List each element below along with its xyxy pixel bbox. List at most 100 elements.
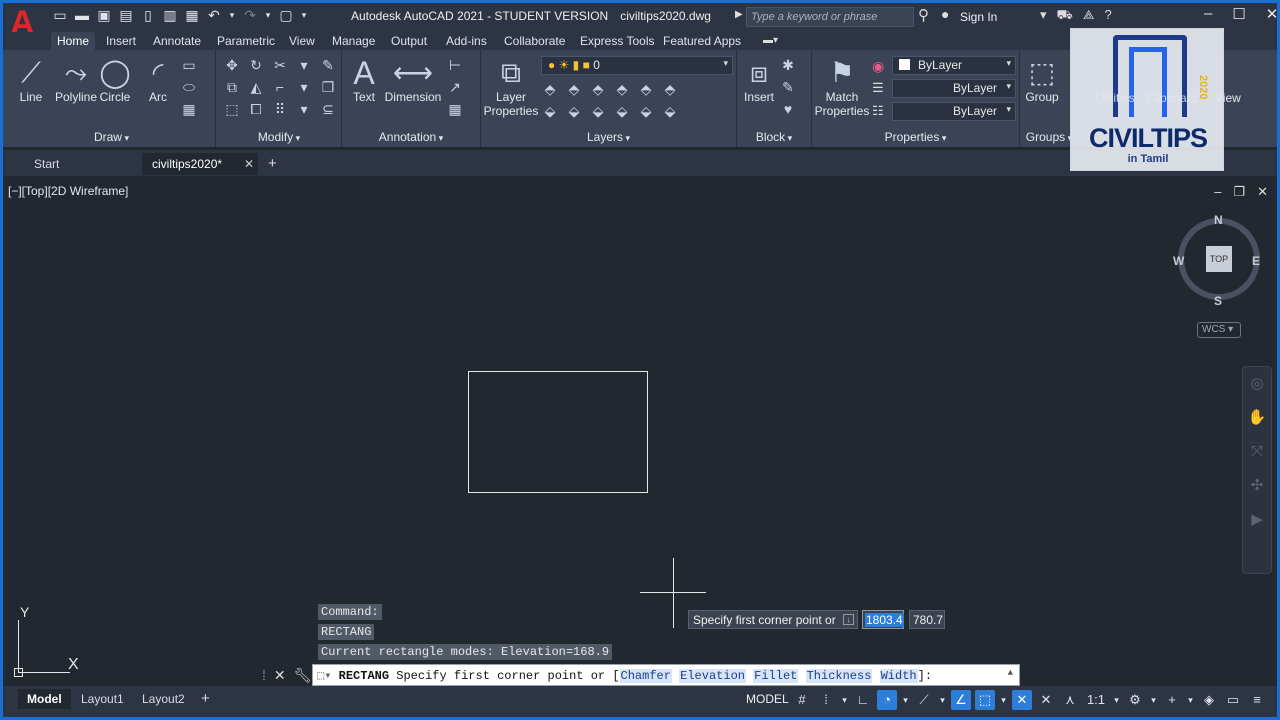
viewcube[interactable]: TOP (1178, 218, 1260, 300)
dimension-tool-button[interactable]: ⟷ Dimension (384, 56, 442, 104)
layers-panel-title[interactable]: Layers (481, 130, 736, 144)
snap-icon[interactable]: ⁞ (816, 690, 836, 710)
new-file-icon[interactable]: ▭ (52, 7, 68, 23)
color-dropdown[interactable]: ByLayer ▾ (892, 56, 1016, 75)
showmotion-icon[interactable]: ▶ (1243, 503, 1271, 537)
multileader-icon[interactable]: ↗ (446, 78, 464, 96)
ribbon-options-icon[interactable]: ▬▾ (763, 35, 785, 47)
viewport-controls-label[interactable]: [−][Top][2D Wireframe] (8, 184, 128, 198)
isodraft-icon[interactable]: ⟋ (914, 690, 934, 710)
scale-dropdown-icon[interactable]: ▾ (1112, 690, 1121, 710)
pan-hand-icon[interactable]: ✋ (1243, 401, 1271, 435)
model-space-button[interactable]: MODEL (746, 692, 789, 706)
annotation-scale-icon[interactable]: ⋏ (1060, 690, 1080, 710)
edit-block-icon[interactable]: ✎ (779, 78, 797, 96)
object-snap-tracking-icon[interactable]: ∠ (951, 690, 971, 710)
customize-qat-icon[interactable]: ▾ (300, 7, 308, 23)
undo-icon[interactable]: ↶ (206, 7, 222, 23)
wcs-menu[interactable]: WCS ▾ (1197, 322, 1241, 338)
block-panel-title[interactable]: Block (737, 130, 811, 144)
tab-view[interactable]: View (283, 32, 321, 50)
explode-icon[interactable]: ❐ (319, 78, 337, 96)
erase-icon[interactable]: ✎ (319, 56, 337, 74)
layer-match-icon[interactable]: ⬘ (637, 80, 655, 98)
rectangle-icon[interactable]: ▭ (180, 56, 198, 74)
text-tool-button[interactable]: A Text (346, 56, 382, 104)
undo-dropdown-icon[interactable]: ▾ (228, 7, 236, 23)
draw-panel-title[interactable]: Draw (8, 130, 215, 144)
save-icon[interactable]: ▣ (96, 7, 112, 23)
redo-dropdown-icon[interactable]: ▾ (264, 7, 272, 23)
line-tool-button[interactable]: ⟋ Line (12, 56, 50, 104)
open-folder-icon[interactable]: ▬ (74, 7, 90, 23)
help-icon[interactable]: ? (1105, 7, 1112, 25)
auto-scale-icon[interactable]: ✕ (1036, 690, 1056, 710)
new-layout-icon[interactable]: + (201, 690, 210, 707)
annotation-scale-value[interactable]: 1:1 (1084, 690, 1108, 710)
monitor-dropdown-icon[interactable]: ▾ (1186, 690, 1195, 710)
layer-off-icon[interactable]: ⬘ (541, 80, 559, 98)
tab-add-ins[interactable]: Add-ins (440, 32, 493, 50)
tab-layout2[interactable]: Layout2 (133, 689, 194, 709)
option-thickness[interactable]: Thickness (805, 669, 873, 683)
layer-previous-icon[interactable]: ⬘ (661, 80, 679, 98)
match-properties-button[interactable]: ⚑ Match Properties (814, 56, 870, 118)
customize-status-icon[interactable]: ≡ (1247, 690, 1267, 710)
drawn-rectangle[interactable] (468, 371, 648, 493)
tab-featured-apps[interactable]: Featured Apps (657, 32, 747, 50)
workspace-dropdown-icon[interactable]: ▾ (1149, 690, 1158, 710)
minimize-icon[interactable]: – (1204, 5, 1212, 23)
stretch-icon[interactable]: ⬚ (223, 100, 241, 118)
array-dropdown-icon[interactable]: ▾ (295, 100, 313, 118)
close-command-line-icon[interactable]: ✕ (274, 667, 286, 684)
lineweight-dropdown[interactable]: ByLayer ▾ (892, 79, 1016, 98)
tab-express-tools[interactable]: Express Tools (574, 32, 660, 50)
layer-unlock-icon[interactable]: ⬙ (613, 102, 631, 120)
maximize-icon[interactable]: ☐ (1232, 5, 1245, 23)
clipboard-label[interactable]: Clipboard (1146, 91, 1197, 105)
cart-icon[interactable]: ⛟ (1057, 7, 1073, 25)
tab-manage[interactable]: Manage (326, 32, 381, 50)
modify-panel-title[interactable]: Modify (217, 130, 341, 144)
tab-annotate[interactable]: Annotate (147, 32, 207, 50)
tab-collaborate[interactable]: Collaborate (498, 32, 571, 50)
tab-start[interactable]: Start (24, 153, 140, 175)
sign-in-dropdown-icon[interactable]: ▾ (1040, 7, 1047, 25)
steering-wheel-icon[interactable]: ◎ (1243, 367, 1271, 401)
tab-parametric[interactable]: Parametric (211, 32, 281, 50)
option-elevation[interactable]: Elevation (679, 669, 746, 683)
layer-on-icon[interactable]: ⬙ (541, 102, 559, 120)
compass-west[interactable]: W (1173, 254, 1184, 268)
ortho-icon[interactable]: ∟ (853, 690, 873, 710)
share-icon[interactable]: ▢ (278, 7, 294, 23)
table-icon[interactable]: ▦ (446, 100, 464, 118)
viewport-close-icon[interactable]: ✕ (1257, 184, 1268, 200)
circle-tool-button[interactable]: ◯ Circle (96, 56, 134, 104)
group-button[interactable]: ⬚ Group (1022, 56, 1062, 104)
fillet-dropdown-icon[interactable]: ▾ (295, 78, 313, 96)
compass-east[interactable]: E (1252, 254, 1260, 268)
polar-dropdown-icon[interactable]: ▾ (901, 690, 910, 710)
create-block-icon[interactable]: ✱ (779, 56, 797, 74)
grip-icon[interactable]: ⁞ (262, 667, 266, 684)
close-icon[interactable]: ✕ (1266, 5, 1279, 23)
scale-icon[interactable]: ⧠ (247, 100, 265, 118)
array-icon[interactable]: ⠿ (271, 100, 289, 118)
tab-model[interactable]: Model (18, 689, 71, 709)
annotation-panel-title[interactable]: Annotation (342, 130, 480, 144)
polar-icon[interactable]: ◔ (877, 690, 897, 710)
layer-dropdown[interactable]: ● ☀ ▮ ■ 0 ▾ (541, 56, 733, 75)
leader-icon[interactable]: ⊢ (446, 56, 464, 74)
tab-insert[interactable]: Insert (100, 32, 142, 50)
viewcube-top-face[interactable]: TOP (1206, 246, 1232, 272)
redo-icon[interactable]: ↷ (242, 7, 258, 23)
tab-home[interactable]: Home (51, 32, 96, 50)
view-panel-label[interactable]: View (1215, 91, 1241, 105)
app-exchange-icon[interactable]: ⟁ (1083, 7, 1095, 25)
customize-wrench-icon[interactable]: 🔧︎ (294, 667, 312, 684)
tab-drawing[interactable]: civiltips2020* ✕ (142, 153, 258, 175)
edit-attributes-icon[interactable]: ♥ (779, 100, 797, 118)
layer-lock-icon[interactable]: ⬘ (613, 80, 631, 98)
save-as-icon[interactable]: ▤ (118, 7, 134, 23)
isodraft-dropdown-icon[interactable]: ▾ (938, 690, 947, 710)
